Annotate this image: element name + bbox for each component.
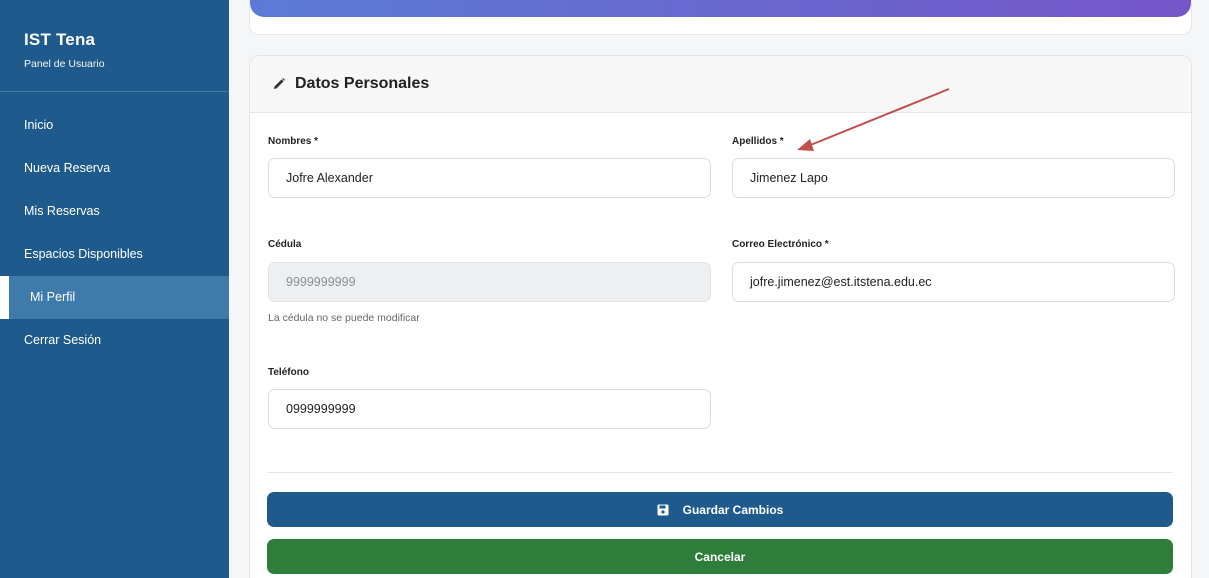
- correo-label: Correo Electrónico *: [732, 239, 829, 250]
- pencil-icon: [272, 77, 286, 91]
- save-button-label: Guardar Cambios: [682, 502, 784, 517]
- cancel-button[interactable]: Cancelar: [267, 539, 1173, 574]
- cedula-label: Cédula: [268, 239, 302, 250]
- telefono-input[interactable]: 0999999999: [268, 389, 711, 429]
- brand-title: IST Tena: [24, 30, 96, 49]
- telefono-value: 0999999999: [286, 402, 356, 416]
- form-divider: [267, 472, 1173, 473]
- telefono-label: Teléfono: [268, 367, 309, 378]
- apellidos-label: Apellidos *: [732, 136, 784, 147]
- sidebar-item-mis-reservas[interactable]: Mis Reservas: [0, 190, 229, 233]
- sidebar-item-cerrar-sesion[interactable]: Cerrar Sesión: [0, 319, 229, 362]
- cedula-value: 9999999999: [286, 275, 356, 289]
- sidebar-item-mi-perfil[interactable]: Mi Perfil: [0, 276, 229, 319]
- sidebar-item-nueva-reserva[interactable]: Nueva Reserva: [0, 147, 229, 190]
- nombres-input[interactable]: Jofre Alexander: [268, 158, 711, 198]
- correo-value: jofre.jimenez@est.itstena.edu.ec: [750, 275, 932, 289]
- sidebar: IST Tena Panel de Usuario Inicio Nueva R…: [0, 0, 229, 578]
- sidebar-item-inicio[interactable]: Inicio: [0, 104, 229, 147]
- sidebar-item-espacios-disponibles[interactable]: Espacios Disponibles: [0, 233, 229, 276]
- brand: IST Tena Panel de Usuario: [0, 0, 229, 92]
- apellidos-input[interactable]: Jimenez Lapo: [732, 158, 1175, 198]
- cedula-input: 9999999999: [268, 262, 711, 302]
- save-icon: [657, 504, 669, 516]
- apellidos-value: Jimenez Lapo: [750, 171, 828, 185]
- card-header: Datos Personales: [250, 56, 1191, 113]
- nombres-label: Nombres *: [268, 136, 319, 147]
- save-button[interactable]: Guardar Cambios: [267, 492, 1173, 527]
- correo-input[interactable]: jofre.jimenez@est.itstena.edu.ec: [732, 262, 1175, 302]
- nombres-value: Jofre Alexander: [286, 171, 373, 185]
- header-gradient-banner: [250, 0, 1191, 17]
- header-banner-card: [249, 0, 1192, 35]
- brand-subtitle: Panel de Usuario: [24, 58, 105, 70]
- section-title: Datos Personales: [295, 75, 430, 92]
- sidebar-nav: Inicio Nueva Reserva Mis Reservas Espaci…: [0, 104, 229, 362]
- cancel-button-label: Cancelar: [694, 549, 746, 564]
- cedula-hint: La cédula no se puede modificar: [268, 312, 420, 324]
